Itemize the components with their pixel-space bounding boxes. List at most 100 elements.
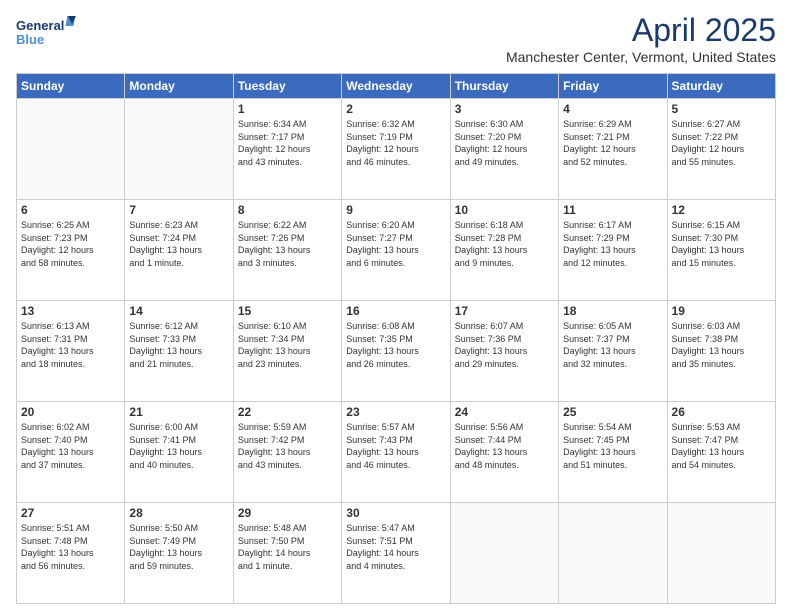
day-cell: 11 Sunrise: 6:17 AM Sunset: 7:29 PM Dayli… (559, 200, 667, 301)
day-cell: 15 Sunrise: 6:10 AM Sunset: 7:34 PM Dayli… (233, 301, 341, 402)
week-row-3: 13 Sunrise: 6:13 AM Sunset: 7:31 PM Dayli… (17, 301, 776, 402)
day-info: Sunrise: 6:05 AM Sunset: 7:37 PM Dayligh… (563, 320, 662, 370)
day-number: 10 (455, 203, 554, 217)
day-cell: 10 Sunrise: 6:18 AM Sunset: 7:28 PM Dayli… (450, 200, 558, 301)
weekday-header-tuesday: Tuesday (233, 74, 341, 99)
day-cell (667, 503, 775, 604)
day-cell: 23Sunrise: 5:57 AM Sunset: 7:43 PM Dayli… (342, 402, 450, 503)
day-cell: 16 Sunrise: 6:08 AM Sunset: 7:35 PM Dayli… (342, 301, 450, 402)
day-info: Sunrise: 5:56 AM Sunset: 7:44 PM Dayligh… (455, 421, 554, 471)
day-number: 20 (21, 405, 120, 419)
week-row-4: 20 Sunrise: 6:02 AM Sunset: 7:40 PM Dayli… (17, 402, 776, 503)
day-number: 12 (672, 203, 771, 217)
calendar: SundayMondayTuesdayWednesdayThursdayFrid… (16, 73, 776, 604)
day-cell: 2 Sunrise: 6:32 AM Sunset: 7:19 PM Daylig… (342, 99, 450, 200)
day-number: 9 (346, 203, 445, 217)
logo: General Blue (16, 12, 76, 52)
day-cell: 22Sunrise: 5:59 AM Sunset: 7:42 PM Dayli… (233, 402, 341, 503)
header: General Blue April 2025 Manchester Cente… (16, 12, 776, 65)
day-number: 8 (238, 203, 337, 217)
day-cell (559, 503, 667, 604)
day-cell: 27Sunrise: 5:51 AM Sunset: 7:48 PM Dayli… (17, 503, 125, 604)
day-info: Sunrise: 6:13 AM Sunset: 7:31 PM Dayligh… (21, 320, 120, 370)
day-number: 14 (129, 304, 228, 318)
day-cell: 14 Sunrise: 6:12 AM Sunset: 7:33 PM Dayli… (125, 301, 233, 402)
day-cell: 28Sunrise: 5:50 AM Sunset: 7:49 PM Dayli… (125, 503, 233, 604)
weekday-header-thursday: Thursday (450, 74, 558, 99)
month-title: April 2025 (506, 12, 776, 49)
day-number: 15 (238, 304, 337, 318)
day-info: Sunrise: 6:25 AM Sunset: 7:23 PM Dayligh… (21, 219, 120, 269)
day-info: Sunrise: 5:50 AM Sunset: 7:49 PM Dayligh… (129, 522, 228, 572)
day-info: Sunrise: 6:10 AM Sunset: 7:34 PM Dayligh… (238, 320, 337, 370)
day-info: Sunrise: 5:53 AM Sunset: 7:47 PM Dayligh… (672, 421, 771, 471)
day-info: Sunrise: 6:02 AM Sunset: 7:40 PM Dayligh… (21, 421, 120, 471)
day-number: 16 (346, 304, 445, 318)
day-info: Sunrise: 6:15 AM Sunset: 7:30 PM Dayligh… (672, 219, 771, 269)
day-info: Sunrise: 5:47 AM Sunset: 7:51 PM Dayligh… (346, 522, 445, 572)
day-cell: 1Sunrise: 6:34 AM Sunset: 7:17 PM Daylig… (233, 99, 341, 200)
day-number: 23 (346, 405, 445, 419)
day-info: Sunrise: 5:48 AM Sunset: 7:50 PM Dayligh… (238, 522, 337, 572)
weekday-header-row: SundayMondayTuesdayWednesdayThursdayFrid… (17, 74, 776, 99)
logo-svg: General Blue (16, 12, 76, 52)
day-info: Sunrise: 6:07 AM Sunset: 7:36 PM Dayligh… (455, 320, 554, 370)
day-number: 6 (21, 203, 120, 217)
day-cell: 12 Sunrise: 6:15 AM Sunset: 7:30 PM Dayli… (667, 200, 775, 301)
day-cell: 18 Sunrise: 6:05 AM Sunset: 7:37 PM Dayli… (559, 301, 667, 402)
day-number: 7 (129, 203, 228, 217)
weekday-header-sunday: Sunday (17, 74, 125, 99)
day-info: Sunrise: 6:00 AM Sunset: 7:41 PM Dayligh… (129, 421, 228, 471)
day-cell: 17 Sunrise: 6:07 AM Sunset: 7:36 PM Dayli… (450, 301, 558, 402)
day-info: Sunrise: 6:22 AM Sunset: 7:26 PM Dayligh… (238, 219, 337, 269)
day-number: 13 (21, 304, 120, 318)
svg-text:Blue: Blue (16, 32, 44, 47)
day-info: Sunrise: 6:30 AM Sunset: 7:20 PM Dayligh… (455, 118, 554, 168)
day-cell: 19 Sunrise: 6:03 AM Sunset: 7:38 PM Dayli… (667, 301, 775, 402)
day-number: 22 (238, 405, 337, 419)
day-cell (17, 99, 125, 200)
day-cell: 13 Sunrise: 6:13 AM Sunset: 7:31 PM Dayli… (17, 301, 125, 402)
day-number: 29 (238, 506, 337, 520)
day-number: 26 (672, 405, 771, 419)
location-title: Manchester Center, Vermont, United State… (506, 49, 776, 65)
day-cell: 8 Sunrise: 6:22 AM Sunset: 7:26 PM Daylig… (233, 200, 341, 301)
week-row-2: 6 Sunrise: 6:25 AM Sunset: 7:23 PM Daylig… (17, 200, 776, 301)
day-info: Sunrise: 6:17 AM Sunset: 7:29 PM Dayligh… (563, 219, 662, 269)
day-number: 19 (672, 304, 771, 318)
day-number: 4 (563, 102, 662, 116)
weekday-header-wednesday: Wednesday (342, 74, 450, 99)
day-info: Sunrise: 6:18 AM Sunset: 7:28 PM Dayligh… (455, 219, 554, 269)
day-number: 24 (455, 405, 554, 419)
day-info: Sunrise: 6:20 AM Sunset: 7:27 PM Dayligh… (346, 219, 445, 269)
day-info: Sunrise: 6:08 AM Sunset: 7:35 PM Dayligh… (346, 320, 445, 370)
day-info: Sunrise: 5:51 AM Sunset: 7:48 PM Dayligh… (21, 522, 120, 572)
weekday-header-saturday: Saturday (667, 74, 775, 99)
weekday-header-friday: Friday (559, 74, 667, 99)
week-row-1: 1Sunrise: 6:34 AM Sunset: 7:17 PM Daylig… (17, 99, 776, 200)
day-info: Sunrise: 6:23 AM Sunset: 7:24 PM Dayligh… (129, 219, 228, 269)
day-cell: 5Sunrise: 6:27 AM Sunset: 7:22 PM Daylig… (667, 99, 775, 200)
day-cell: 29 Sunrise: 5:48 AM Sunset: 7:50 PM Dayli… (233, 503, 341, 604)
day-info: Sunrise: 6:12 AM Sunset: 7:33 PM Dayligh… (129, 320, 228, 370)
day-cell: 24 Sunrise: 5:56 AM Sunset: 7:44 PM Dayli… (450, 402, 558, 503)
day-cell (450, 503, 558, 604)
day-info: Sunrise: 6:34 AM Sunset: 7:17 PM Dayligh… (238, 118, 337, 168)
day-number: 21 (129, 405, 228, 419)
day-cell: 30Sunrise: 5:47 AM Sunset: 7:51 PM Dayli… (342, 503, 450, 604)
day-number: 17 (455, 304, 554, 318)
day-cell: 6 Sunrise: 6:25 AM Sunset: 7:23 PM Daylig… (17, 200, 125, 301)
day-info: Sunrise: 5:54 AM Sunset: 7:45 PM Dayligh… (563, 421, 662, 471)
day-number: 3 (455, 102, 554, 116)
day-number: 2 (346, 102, 445, 116)
day-cell: 4 Sunrise: 6:29 AM Sunset: 7:21 PM Daylig… (559, 99, 667, 200)
day-number: 18 (563, 304, 662, 318)
day-info: Sunrise: 6:03 AM Sunset: 7:38 PM Dayligh… (672, 320, 771, 370)
day-number: 11 (563, 203, 662, 217)
day-info: Sunrise: 6:29 AM Sunset: 7:21 PM Dayligh… (563, 118, 662, 168)
day-info: Sunrise: 6:32 AM Sunset: 7:19 PM Dayligh… (346, 118, 445, 168)
title-block: April 2025 Manchester Center, Vermont, U… (506, 12, 776, 65)
day-cell: 25Sunrise: 5:54 AM Sunset: 7:45 PM Dayli… (559, 402, 667, 503)
day-cell: 9 Sunrise: 6:20 AM Sunset: 7:27 PM Daylig… (342, 200, 450, 301)
day-cell: 7 Sunrise: 6:23 AM Sunset: 7:24 PM Daylig… (125, 200, 233, 301)
